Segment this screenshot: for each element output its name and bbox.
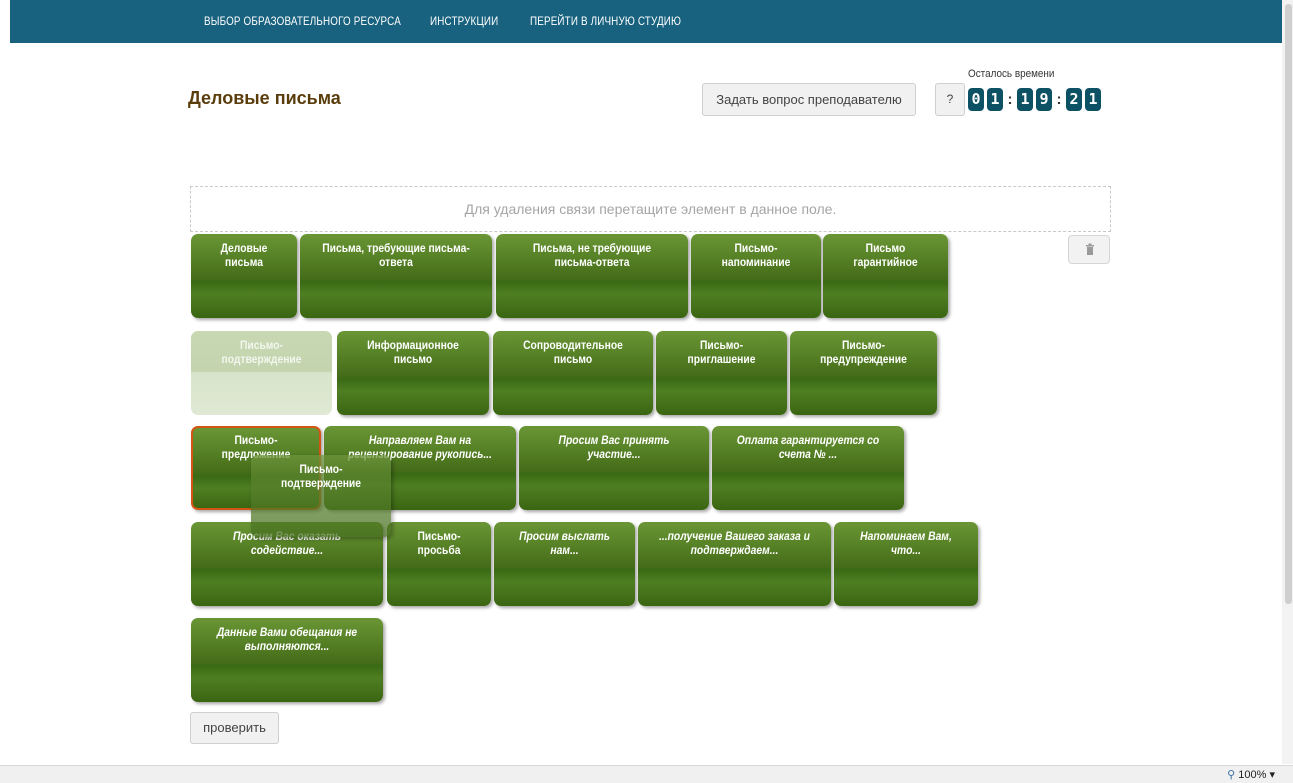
help-button[interactable]: ? [935,83,965,116]
zoom-level: 100% [1238,769,1267,781]
card-pismo-garantiynoe[interactable]: Письмо гарантийное [823,234,948,318]
card-informatsionnoe-pismo[interactable]: Информационное письмо [337,331,489,415]
page-title: Деловые письма [188,88,341,108]
timer-digit: 1 [1017,88,1033,111]
timer-digit: 0 [968,88,984,111]
check-button[interactable]: проверить [190,712,279,744]
card-prosim-prinyat-uchastie[interactable]: Просим Вас принять участие... [519,426,709,510]
zoom-control[interactable]: ⚲ 100% ▾ [1227,768,1275,781]
browser-statusbar: ⚲ 100% ▾ [0,765,1293,783]
vertical-scrollbar[interactable] [1282,0,1293,764]
nav-item-instructions[interactable]: ИНСТРУКЦИИ [430,14,498,28]
card-pismo-priglashenie[interactable]: Письмо-приглашение [656,331,787,415]
remove-link-dropzone[interactable]: Для удаления связи перетащите элемент в … [190,186,1111,232]
timer-label: Осталось времени [968,68,1055,80]
card-prosim-vyslat[interactable]: Просим выслать нам... [494,522,635,606]
card-pisma-trebuyushchie-otveta[interactable]: Письма, требующие письма-ответа [300,234,492,318]
card-soprovoditelnoe-pismo[interactable]: Сопроводительное письмо [493,331,653,415]
card-pismo-napominanie[interactable]: Письмо-напоминание [691,234,821,318]
card-delovye-pisma[interactable]: Деловые письма [191,234,297,318]
nav-item-personal-studio[interactable]: ПЕРЕЙТИ В ЛИЧНУЮ СТУДИЮ [530,14,681,28]
zoom-icon: ⚲ [1227,769,1236,781]
card-oplata-garantiruetsya[interactable]: Оплата гарантируется со счета № ... [712,426,904,510]
card-dannye-obeshchaniya[interactable]: Данные Вами обещания не выполняются... [191,618,383,702]
card-napominaem-vam[interactable]: Напоминаем Вам, что... [834,522,978,606]
timer-digit: 1 [1085,88,1101,111]
trash-button[interactable] [1068,235,1110,264]
card-poluchenie-zakaza[interactable]: ...получение Вашего заказа и подтверждае… [638,522,831,606]
trash-icon [1086,243,1094,255]
top-navbar: ВЫБОР ОБРАЗОВАТЕЛЬНОГО РЕСУРСА ИНСТРУКЦИ… [10,0,1282,43]
card-pismo-podtverzhdenie-placeholder[interactable]: Письмо-подтверждение [191,331,332,415]
timer-separator: : [1007,91,1013,108]
nav-item-resource-selection[interactable]: ВЫБОР ОБРАЗОВАТЕЛЬНОГО РЕСУРСА [204,14,401,28]
scrollbar-thumb[interactable] [1285,4,1292,604]
timer-digit: 9 [1036,88,1052,111]
card-pismo-prosba[interactable]: Письмо-просьба [387,522,491,606]
chevron-down-icon: ▾ [1269,769,1275,781]
dragging-card[interactable]: Письмо-подтверждение [251,455,391,537]
card-pisma-ne-trebuyushchie-otveta[interactable]: Письма, не требующие письма-ответа [496,234,688,318]
timer-digit: 1 [987,88,1003,111]
timer-separator: : [1056,91,1062,108]
dropzone-hint: Для удаления связи перетащите элемент в … [464,201,837,217]
ask-teacher-button[interactable]: Задать вопрос преподавателю [702,83,916,116]
timer-digit: 2 [1066,88,1082,111]
card-pismo-preduprezhdenie[interactable]: Письмо-предупреждение [790,331,937,415]
